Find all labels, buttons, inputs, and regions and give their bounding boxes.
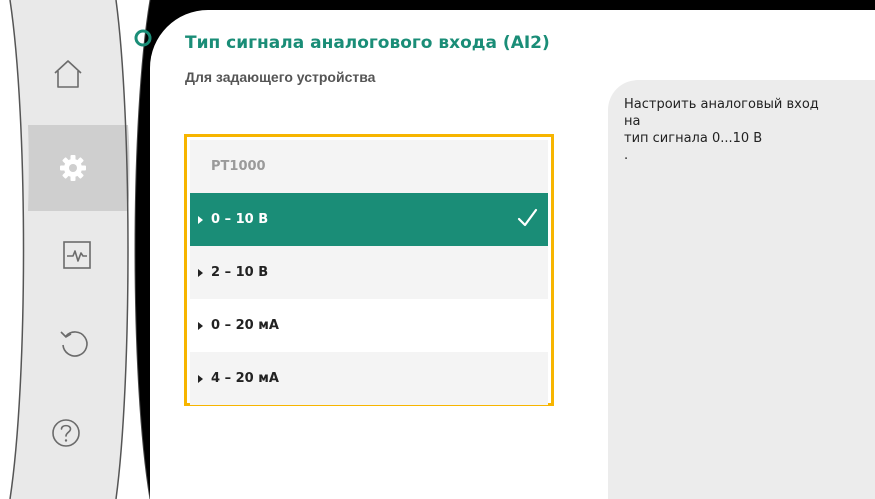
option-arrow-icon — [198, 215, 203, 224]
screen: Тип сигнала аналогового входа (AI2) Для … — [0, 0, 875, 499]
option-label: PT1000 — [211, 159, 266, 174]
nav-item-help[interactable] — [36, 403, 96, 463]
help-text-line: . — [624, 148, 629, 163]
help-text-line: Настроить аналоговый вход — [624, 97, 819, 112]
help-icon — [52, 419, 80, 447]
nav-item-home[interactable] — [38, 44, 98, 104]
option-0-20ma[interactable]: 0 – 20 мА — [190, 299, 548, 352]
corner-gear-icon — [134, 29, 152, 47]
page-subtitle: Для задающего устройства — [185, 69, 376, 85]
option-label: 4 – 20 мА — [211, 371, 279, 386]
option-label: 2 – 10 В — [211, 265, 269, 280]
help-text-line: на — [624, 114, 641, 129]
help-text-line: тип сигнала 0...10 В — [624, 131, 763, 146]
signal-type-options-list: PT1000 0 – 10 В 2 – 10 В 0 – 20 мА 4 – 2… — [184, 134, 554, 406]
help-panel: Настроить аналоговый вход на тип сигнала… — [608, 80, 875, 499]
option-4-20ma[interactable]: 4 – 20 мА — [190, 352, 548, 405]
option-2-10v[interactable]: 2 – 10 В — [190, 246, 548, 299]
option-0-10v[interactable]: 0 – 10 В — [190, 193, 548, 246]
gear-icon — [60, 155, 86, 181]
nav-item-settings[interactable] — [43, 138, 103, 198]
option-label: 0 – 10 В — [211, 212, 269, 227]
option-arrow-icon — [198, 268, 203, 277]
page-title: Тип сигнала аналогового входа (AI2) — [185, 33, 550, 53]
checkmark-icon — [517, 208, 538, 227]
option-arrow-icon — [198, 321, 203, 330]
option-label: 0 – 20 мА — [211, 318, 279, 333]
option-pt1000: PT1000 — [190, 140, 548, 193]
nav-item-restore[interactable] — [44, 313, 104, 373]
option-arrow-icon — [198, 374, 203, 383]
home-icon — [54, 60, 82, 88]
undo-icon — [60, 331, 88, 357]
pulse-monitor-icon — [63, 241, 91, 269]
nav-item-diagnostics[interactable] — [47, 225, 107, 285]
